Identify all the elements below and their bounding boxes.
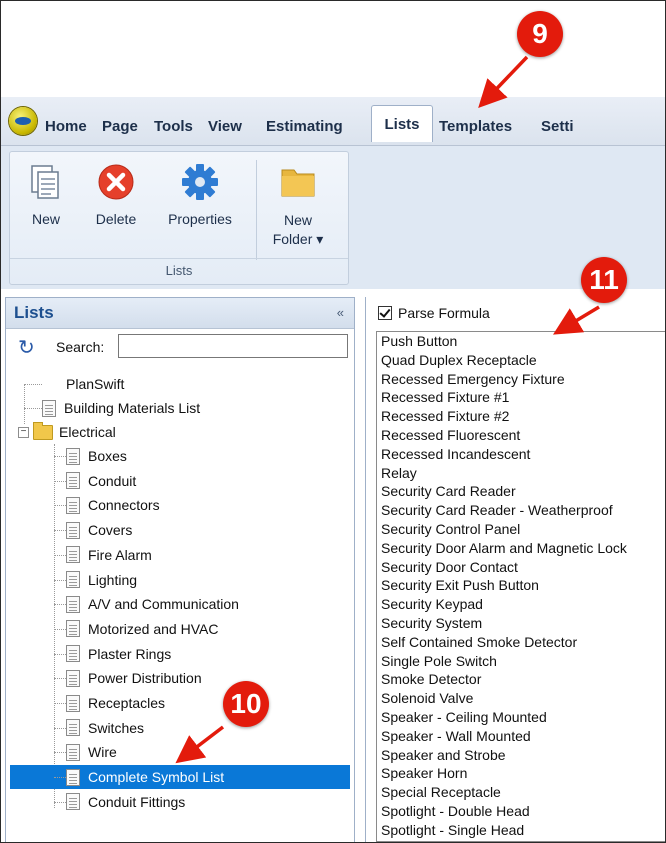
callout-arrow-11: [552, 305, 600, 335]
callout-arrow-10: [175, 725, 225, 764]
callout-arrows: [175, 55, 600, 764]
callout-badge-9: 9: [517, 11, 563, 57]
callout-arrow-9: [478, 55, 529, 109]
callout-badge-11: 11: [581, 257, 627, 303]
app-window: Home Page Tools View Estimating Lists Te…: [0, 0, 666, 843]
callout-badge-10: 10: [223, 681, 269, 727]
